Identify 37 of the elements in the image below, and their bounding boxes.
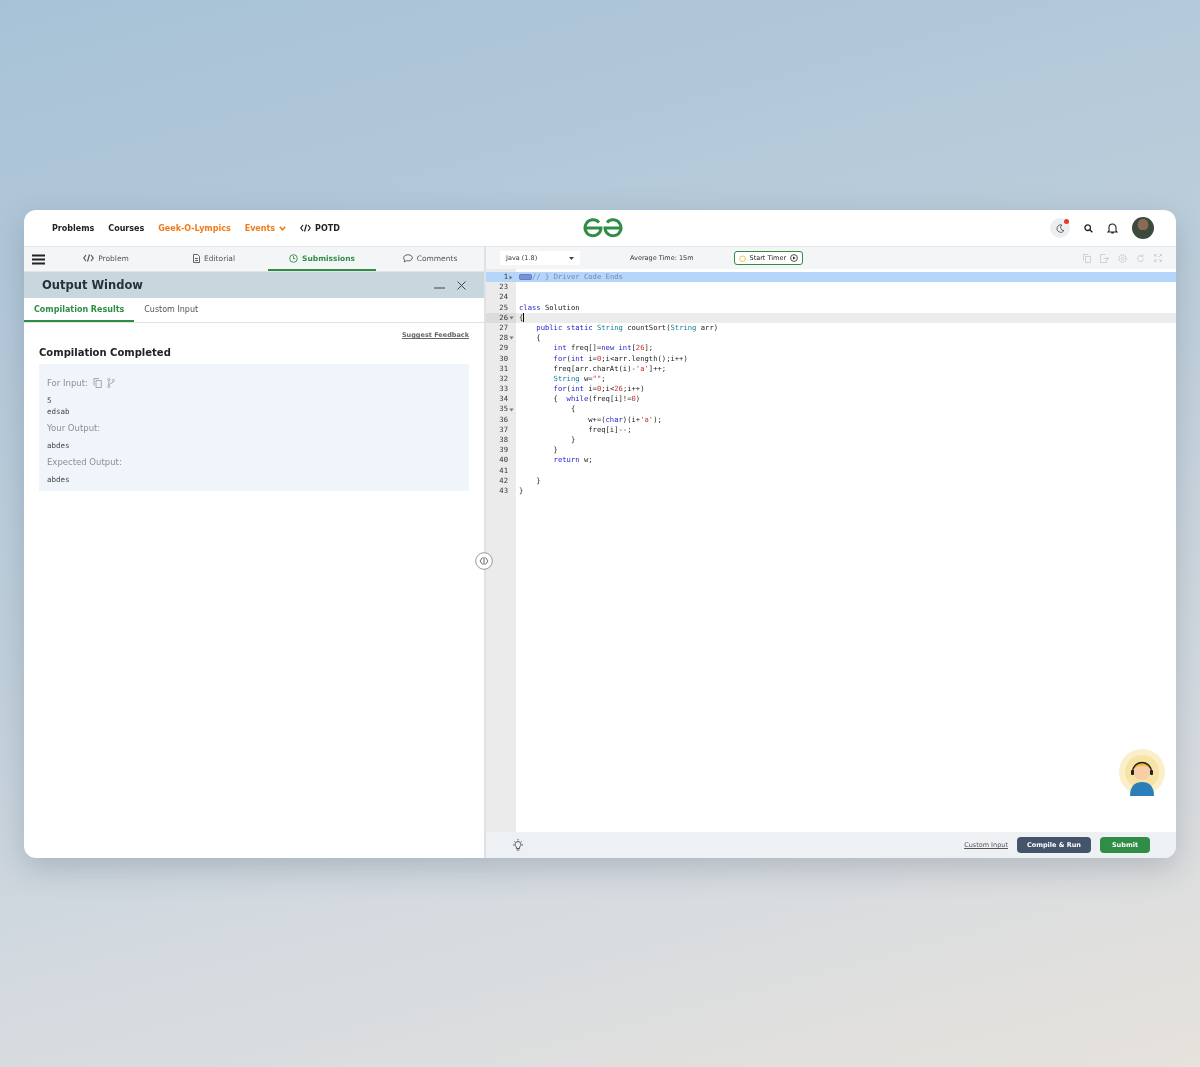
tab[interactable]: Compilation Results (24, 298, 135, 322)
lightbulb-icon[interactable] (512, 839, 524, 851)
code-icon (83, 254, 95, 262)
chat-icon (402, 253, 413, 263)
menu-icon[interactable] (31, 253, 45, 265)
caret-icon (569, 256, 574, 260)
play-icon (790, 254, 799, 262)
nav-link[interactable]: Problems (52, 223, 95, 233)
resize-handle-icon[interactable] (475, 552, 493, 570)
section-label: Your Output: (47, 423, 101, 433)
tab[interactable]: Custom Input (134, 298, 209, 322)
moon-icon (1055, 223, 1065, 233)
section-label: For Input: (47, 378, 88, 388)
text-cursor (523, 313, 525, 323)
avatar-icon[interactable] (1132, 217, 1154, 239)
search-icon[interactable] (1084, 223, 1093, 233)
nav-link[interactable]: POTD (300, 223, 340, 233)
fold-arrow-icon[interactable] (509, 274, 513, 280)
clock-icon (289, 253, 298, 263)
fold-arrow-icon[interactable] (509, 407, 514, 412)
fold-arrow-icon[interactable] (509, 315, 514, 320)
branch-icon[interactable] (106, 378, 115, 388)
nav-link[interactable]: Courses (108, 223, 145, 233)
section-label: Expected Output: (47, 457, 122, 467)
document-icon (193, 253, 200, 263)
fold-arrow-icon[interactable] (509, 336, 514, 341)
folded-code-marker-icon[interactable] (519, 274, 532, 281)
close-icon[interactable] (457, 280, 466, 290)
stopwatch-icon (738, 254, 746, 262)
code-icon (300, 224, 312, 232)
copy-icon[interactable] (92, 378, 102, 388)
support-mascot-icon[interactable] (1118, 748, 1166, 796)
theme-toggle[interactable] (1050, 218, 1070, 238)
status-heading: Compilation Completed (39, 347, 172, 358)
bell-icon[interactable] (1107, 222, 1118, 234)
logo-icon[interactable] (582, 218, 624, 238)
window-title: Output Window (42, 278, 144, 292)
